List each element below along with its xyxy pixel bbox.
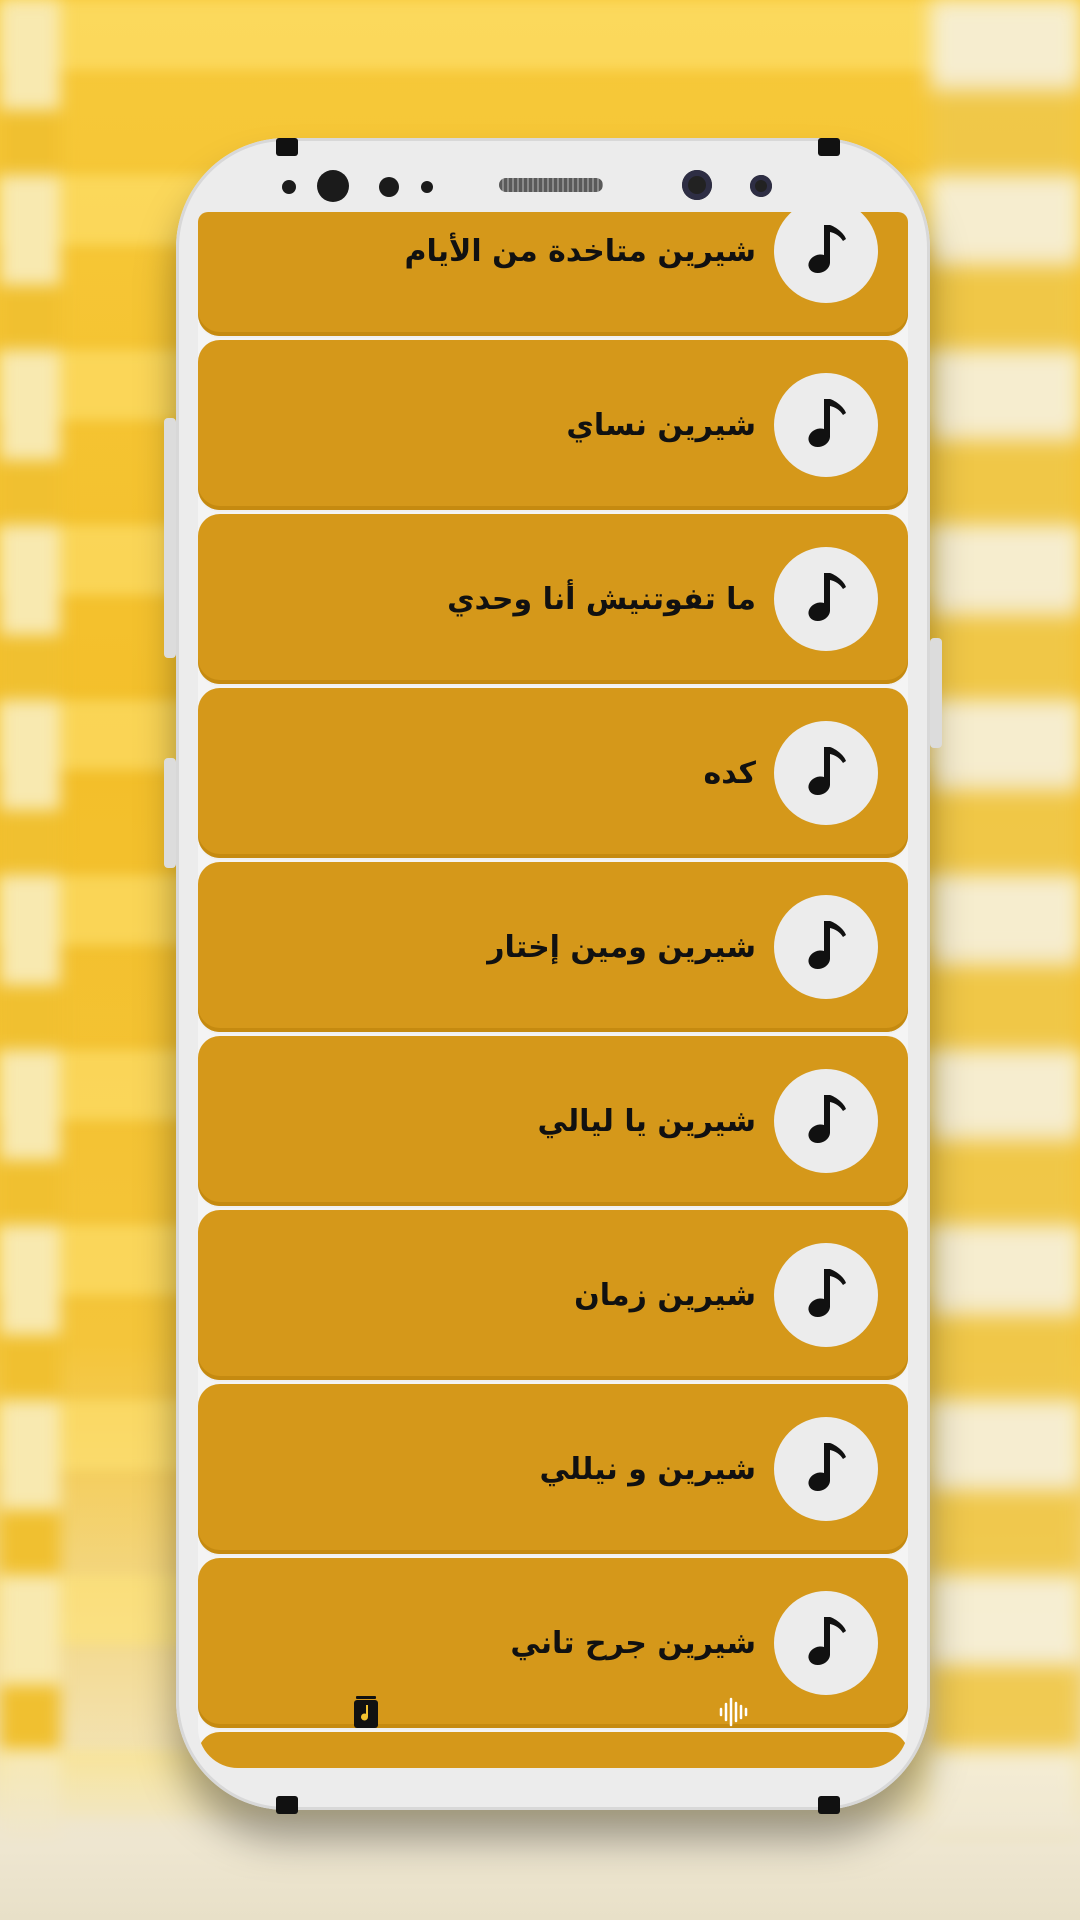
song-title: ما تفوتنيش أنا وحدي bbox=[447, 581, 756, 617]
music-note-icon bbox=[774, 1243, 878, 1347]
song-item[interactable]: شيرين نساي bbox=[198, 340, 908, 510]
song-title: شيرين و نيللي bbox=[539, 1451, 756, 1487]
music-note-icon bbox=[774, 212, 878, 303]
background-right bbox=[930, 0, 1080, 1920]
song-title: شيرين ومين إختار bbox=[487, 929, 756, 965]
music-note-icon bbox=[774, 1417, 878, 1521]
waveform-icon[interactable] bbox=[714, 1692, 754, 1732]
sensor-icon bbox=[750, 175, 772, 197]
sensor-icon bbox=[421, 181, 433, 193]
song-item[interactable]: ما تفوتنيش أنا وحدي bbox=[198, 514, 908, 684]
song-title: كده bbox=[703, 755, 757, 791]
sensor-icon bbox=[282, 180, 296, 194]
sensor-icon bbox=[379, 177, 399, 197]
front-camera-icon bbox=[317, 170, 349, 202]
song-item[interactable]: شيرين و نيللي bbox=[198, 1384, 908, 1554]
phone-top-bar bbox=[176, 138, 930, 218]
app-screen: شيرين متاخدة من الأيام شيرين نساي ما تفوتن… bbox=[198, 212, 908, 1768]
music-note-icon bbox=[774, 373, 878, 477]
bixby-button bbox=[164, 758, 176, 868]
song-item[interactable]: شيرين متاخدة من الأيام bbox=[198, 212, 908, 336]
song-title: شيرين متاخدة من الأيام bbox=[404, 233, 756, 269]
song-item[interactable]: شيرين زمان bbox=[198, 1210, 908, 1380]
frame-cap bbox=[276, 1796, 298, 1814]
iris-scanner-icon bbox=[682, 170, 712, 200]
bottom-nav bbox=[198, 1672, 908, 1768]
music-note-icon bbox=[774, 1069, 878, 1173]
song-item[interactable]: شيرين ومين إختار bbox=[198, 862, 908, 1032]
background-left bbox=[0, 0, 60, 1920]
song-item[interactable]: شيرين يا ليالي bbox=[198, 1036, 908, 1206]
song-item[interactable]: كده bbox=[198, 688, 908, 858]
earpiece-speaker bbox=[499, 178, 603, 192]
song-title: شيرين زمان bbox=[574, 1277, 756, 1313]
song-title: شيرين يا ليالي bbox=[537, 1103, 756, 1139]
song-list: شيرين متاخدة من الأيام شيرين نساي ما تفوتن… bbox=[198, 212, 908, 1768]
volume-button bbox=[164, 418, 176, 658]
power-button bbox=[930, 638, 942, 748]
song-title: شيرين نساي bbox=[566, 407, 756, 443]
music-note-icon bbox=[774, 895, 878, 999]
phone-frame: شيرين متاخدة من الأيام شيرين نساي ما تفوتن… bbox=[164, 138, 942, 1814]
music-note-icon bbox=[774, 721, 878, 825]
music-file-icon[interactable] bbox=[346, 1692, 386, 1732]
frame-cap bbox=[818, 1796, 840, 1814]
music-note-icon bbox=[774, 547, 878, 651]
